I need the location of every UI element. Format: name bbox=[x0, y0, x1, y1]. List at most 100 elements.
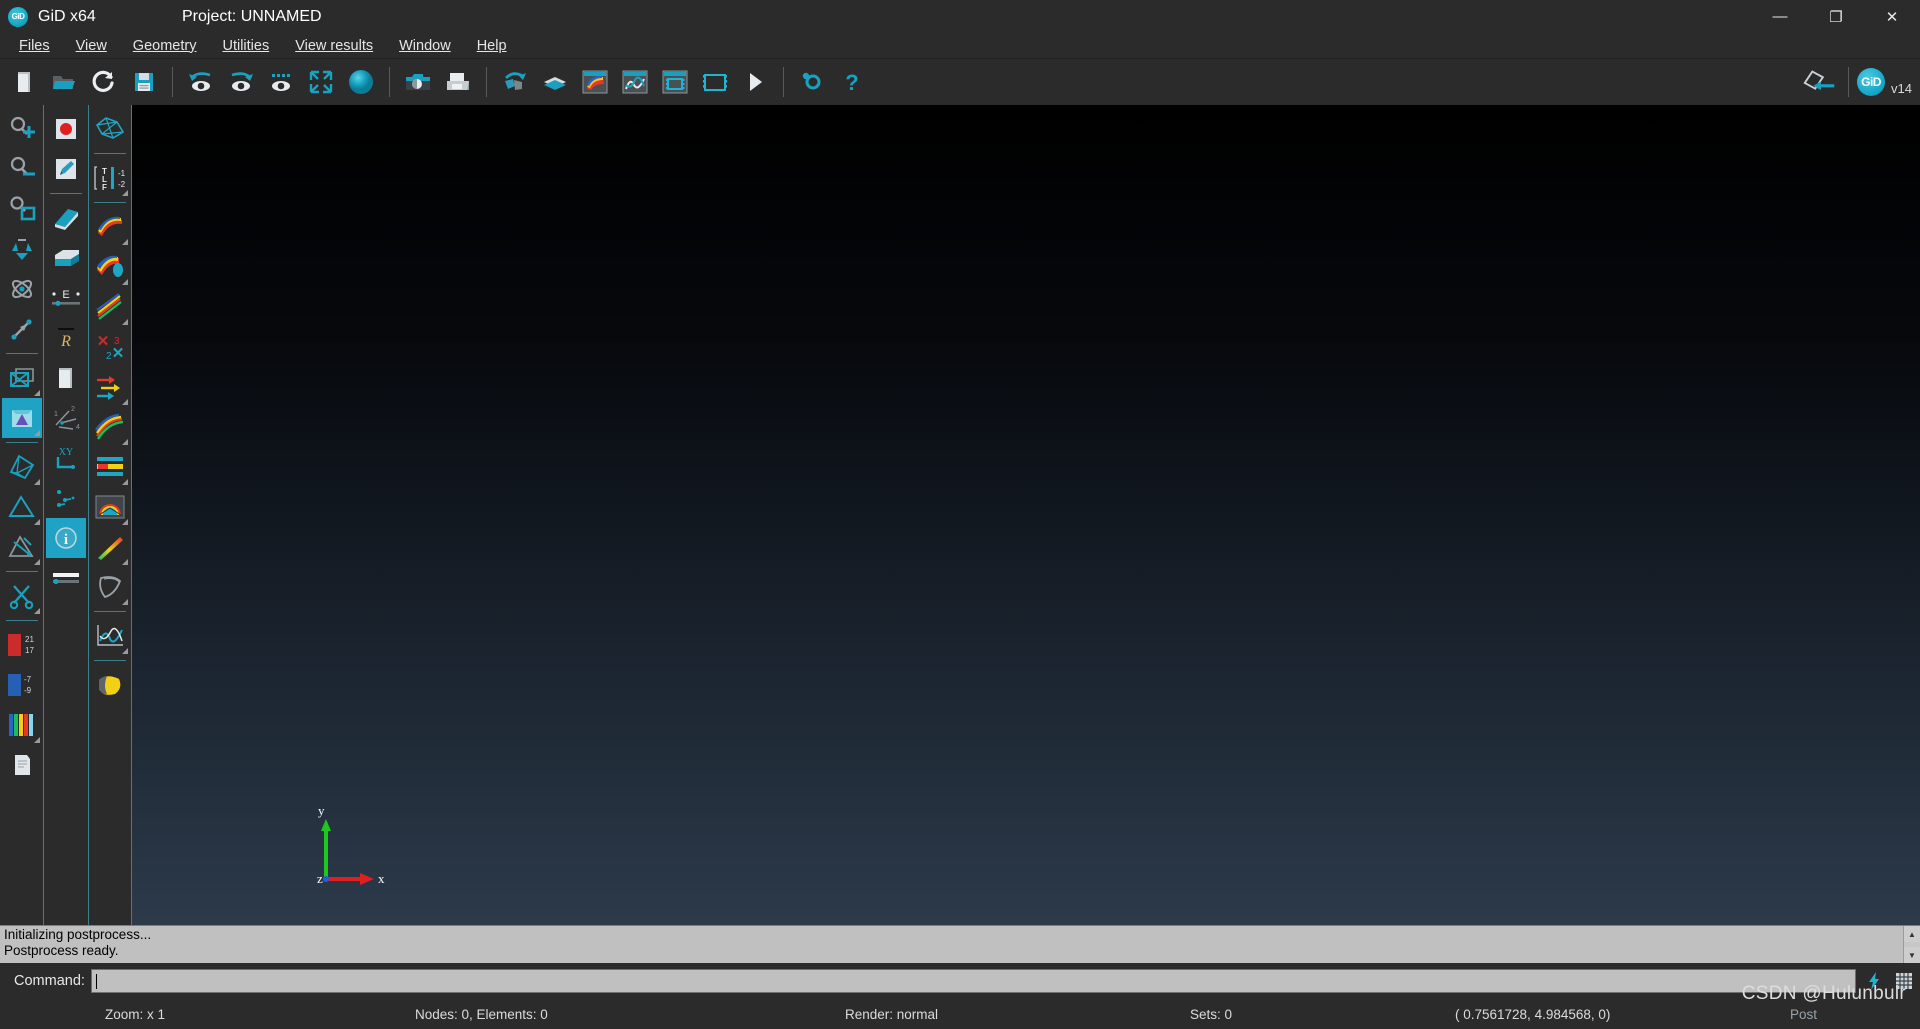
rotate-trackball-tool[interactable] bbox=[2, 269, 42, 309]
document-icon bbox=[14, 755, 30, 775]
contour-gradient-tool[interactable] bbox=[90, 247, 130, 287]
play-animation-button[interactable] bbox=[735, 61, 775, 103]
status-sets: Sets: 0 bbox=[1190, 1006, 1233, 1022]
page-tool[interactable] bbox=[46, 358, 86, 398]
open-file-button[interactable] bbox=[44, 61, 84, 103]
cube-prism-icon bbox=[11, 410, 32, 427]
rotate-right-view-button[interactable] bbox=[221, 61, 261, 103]
iso-surfaces-tool[interactable] bbox=[90, 447, 130, 487]
animation-button[interactable] bbox=[695, 61, 735, 103]
submenu-corner-icon bbox=[122, 239, 128, 245]
reload-button[interactable] bbox=[84, 61, 124, 103]
scissors-tool[interactable] bbox=[2, 576, 42, 616]
label-tlf-tool[interactable]: T L F -1 -2 bbox=[90, 158, 130, 198]
vector-arrows-tool[interactable] bbox=[90, 367, 130, 407]
screenshot-button[interactable] bbox=[398, 61, 438, 103]
help-button[interactable]: ? bbox=[832, 61, 872, 103]
submenu-corner-icon bbox=[33, 608, 40, 614]
xy-axes-tool[interactable]: XY bbox=[46, 438, 86, 478]
back-to-geometry-button[interactable] bbox=[1800, 61, 1840, 103]
menu-view[interactable]: View bbox=[63, 35, 120, 57]
zoom-frame-button[interactable] bbox=[301, 61, 341, 103]
local-axes-tool[interactable]: 2 1 4 bbox=[46, 398, 86, 438]
contour-fill-button[interactable] bbox=[575, 61, 615, 103]
volume-tool[interactable] bbox=[2, 447, 42, 487]
print-button[interactable] bbox=[438, 61, 478, 103]
menu-utilities[interactable]: Utilities bbox=[209, 35, 282, 57]
zoom-in-tool[interactable] bbox=[2, 109, 42, 149]
r-font-icon: R bbox=[58, 328, 74, 350]
polyhedron-icon bbox=[9, 454, 34, 480]
minimize-button[interactable]: — bbox=[1752, 0, 1808, 33]
command-input[interactable] bbox=[90, 969, 1856, 993]
graph-plot-tool[interactable] bbox=[90, 616, 130, 656]
new-file-button[interactable] bbox=[4, 61, 44, 103]
preferences-button[interactable] bbox=[792, 61, 832, 103]
record-view-tool[interactable] bbox=[46, 109, 86, 149]
volume-box-tool[interactable] bbox=[46, 238, 86, 278]
maximize-button[interactable]: ❐ bbox=[1808, 0, 1864, 33]
stream-lines-tool[interactable] bbox=[90, 407, 130, 447]
graph-button[interactable] bbox=[615, 61, 655, 103]
contour-lines-tool[interactable] bbox=[90, 287, 130, 327]
menu-view-results[interactable]: View results bbox=[282, 35, 386, 57]
x3-x2-tool[interactable]: ✕ 3 2 ✕ bbox=[90, 327, 130, 367]
viewport-canvas[interactable]: y x z bbox=[132, 105, 1920, 925]
scroll-up-icon[interactable]: ▲ bbox=[1904, 926, 1920, 942]
no-results-view-tool[interactable] bbox=[2, 358, 42, 398]
menu-window[interactable]: Window bbox=[386, 35, 464, 57]
window-results-button[interactable] bbox=[655, 61, 695, 103]
cut-plane-tool[interactable] bbox=[46, 198, 86, 238]
new-page-icon bbox=[18, 72, 30, 92]
svg-text:✕: ✕ bbox=[97, 333, 110, 350]
result-surface-tool[interactable] bbox=[90, 487, 130, 527]
menu-geometry[interactable]: Geometry bbox=[120, 35, 210, 57]
report-tool[interactable] bbox=[2, 745, 42, 785]
mesh-view-tool[interactable] bbox=[90, 109, 130, 149]
rotate-cube-icon bbox=[505, 72, 526, 90]
beam-diagram-tool[interactable] bbox=[90, 527, 130, 567]
contour-range-blue-tool[interactable]: -7 -9 bbox=[2, 665, 42, 705]
console-scrollbar[interactable]: ▲ ▼ bbox=[1903, 926, 1920, 963]
surface-tool[interactable] bbox=[2, 487, 42, 527]
close-button[interactable]: ✕ bbox=[1864, 0, 1920, 33]
svg-text:-2: -2 bbox=[118, 180, 126, 189]
menu-files[interactable]: Files bbox=[6, 35, 63, 57]
rotate-model-button[interactable] bbox=[495, 61, 535, 103]
contour-smooth-tool[interactable] bbox=[90, 207, 130, 247]
font-tool[interactable]: R bbox=[46, 318, 86, 358]
save-button[interactable] bbox=[124, 61, 164, 103]
legend-bar-tool[interactable] bbox=[46, 558, 86, 598]
pan-tool[interactable] bbox=[2, 309, 42, 349]
iso-bands-icon bbox=[97, 457, 123, 476]
contour-lines-icon bbox=[96, 293, 122, 320]
sidebar3-separator-2 bbox=[94, 202, 126, 203]
cut-surface-tool[interactable] bbox=[2, 527, 42, 567]
pan-arrow-icon bbox=[10, 319, 32, 340]
scroll-down-icon[interactable]: ▼ bbox=[1904, 947, 1920, 963]
scale-e-tool[interactable]: E bbox=[46, 278, 86, 318]
nodes-tool[interactable] bbox=[46, 478, 86, 518]
rotate-tool[interactable] bbox=[2, 229, 42, 269]
blue-range-icon: -7 -9 bbox=[7, 674, 31, 696]
annotate-tool[interactable] bbox=[46, 149, 86, 189]
menu-help[interactable]: Help bbox=[464, 35, 520, 57]
zoom-window-tool[interactable] bbox=[2, 189, 42, 229]
deformation-tool[interactable] bbox=[90, 567, 130, 607]
triangle-cut-icon bbox=[8, 535, 34, 557]
status-render: Render: normal bbox=[845, 1006, 939, 1022]
toolbar-separator-4 bbox=[783, 67, 784, 97]
info-tool[interactable]: i bbox=[46, 518, 86, 558]
color-scale-tool[interactable] bbox=[2, 705, 42, 745]
layers-button[interactable] bbox=[535, 61, 575, 103]
zoom-out-tool[interactable] bbox=[2, 149, 42, 189]
animate-view-button[interactable] bbox=[261, 61, 301, 103]
geometry-view-tool[interactable] bbox=[1, 398, 42, 438]
render-sphere-button[interactable] bbox=[341, 61, 381, 103]
magnifier-minus-icon bbox=[10, 156, 35, 176]
stream-ribbon-tool[interactable] bbox=[90, 665, 130, 705]
rotate-left-view-button[interactable] bbox=[181, 61, 221, 103]
cut-plane-icon bbox=[55, 209, 78, 230]
gid-application-window: GiD GiD x64 Project: UNNAMED — ❐ ✕ Files… bbox=[0, 0, 1920, 1029]
contour-range-tool[interactable]: 21 17 bbox=[2, 625, 42, 665]
